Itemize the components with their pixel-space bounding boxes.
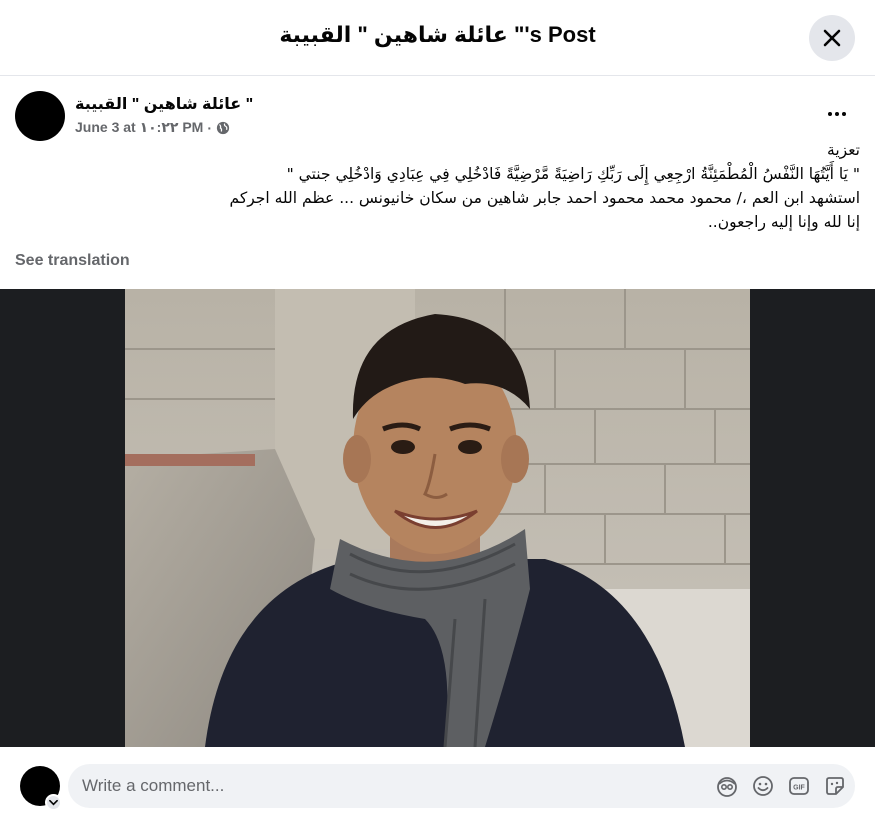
svg-text:GIF: GIF	[793, 785, 805, 792]
gif-icon[interactable]: GIF	[787, 774, 811, 798]
photo-image	[125, 289, 750, 747]
post-date[interactable]: June 3 at ١٠:٢٢ PM	[75, 119, 203, 136]
author-avatar[interactable]	[15, 91, 65, 141]
see-translation-link[interactable]: See translation	[15, 252, 130, 270]
emoji-icon[interactable]	[751, 774, 775, 798]
account-switch-button[interactable]	[45, 794, 62, 811]
close-button[interactable]	[809, 15, 855, 61]
photo-container	[0, 289, 875, 747]
post-photo[interactable]	[125, 289, 750, 747]
comment-tools: GIF	[715, 774, 847, 798]
globe-icon[interactable]	[216, 121, 230, 135]
avatar-sticker-icon[interactable]	[715, 774, 739, 798]
close-icon	[823, 29, 841, 47]
more-options-button[interactable]	[817, 98, 857, 130]
chevron-down-icon	[49, 799, 58, 806]
post-line: استشهد ابن العم ،/ محمود محمد محمود احمد…	[229, 189, 860, 207]
author-name[interactable]: عائلة شاهين " القبيبة "	[75, 94, 253, 114]
meta-separator: ·	[207, 119, 212, 136]
sticker-icon[interactable]	[823, 774, 847, 798]
comment-bar: GIF	[0, 747, 875, 832]
post-line: إنا لله وإنا إليه راجعون..	[707, 213, 860, 231]
dialog-header: عائلة شاهين " القبيبة "'s Post	[0, 0, 875, 76]
post-body: تعزية " يَا أَيَّتُهَا النَّفْسُ الْمُطْ…	[15, 138, 860, 234]
post-author-row: عائلة شاهين " القبيبة " June 3 at ١٠:٢٢ …	[15, 90, 860, 142]
post-line: تعزية	[827, 141, 860, 159]
post-meta: June 3 at ١٠:٢٢ PM ·	[75, 119, 230, 136]
dialog-title: عائلة شاهين " القبيبة "'s Post	[279, 22, 596, 47]
post-line: " يَا أَيَّتُهَا النَّفْسُ الْمُطْمَئِنَ…	[286, 165, 860, 183]
more-options-icon	[828, 112, 832, 116]
